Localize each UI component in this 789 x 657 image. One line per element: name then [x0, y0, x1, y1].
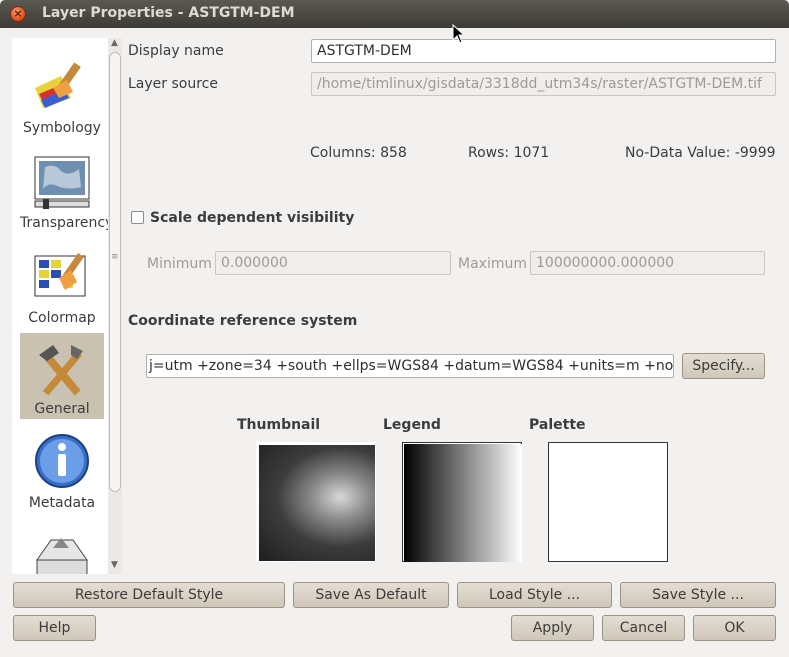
sidebar-item-label: Colormap — [28, 310, 96, 326]
scroll-up-arrow-icon[interactable]: ▲ — [111, 38, 118, 48]
close-window-button[interactable]: × — [10, 6, 26, 22]
sidebar-item-label: Transparency — [20, 215, 108, 231]
thumbnail-label: Thumbnail — [237, 417, 321, 433]
info-icon — [35, 434, 89, 488]
symbology-brush-icon — [35, 62, 81, 108]
crs-heading: Coordinate reference system — [128, 313, 358, 329]
columns-text: Columns: 858 — [310, 145, 407, 161]
maximum-field: 100000000.000000 — [530, 251, 765, 275]
scale-visibility-label: Scale dependent visibility — [150, 210, 355, 226]
sidebar-item-label: Metadata — [28, 495, 96, 511]
title-bar: × Layer Properties - ASTGTM-DEM — [0, 0, 789, 28]
general-tools-icon — [39, 345, 83, 396]
sidebar-item-label: General — [34, 401, 90, 417]
nodata-value-text: No-Data Value: -9999 — [625, 145, 776, 161]
sidebar-item-colormap[interactable]: Colormap — [20, 248, 104, 334]
save-style-button[interactable]: Save Style ... — [620, 582, 776, 608]
sidebar: Symbology Transparency Colormap General … — [12, 38, 108, 574]
pyramids-map-icon — [36, 538, 88, 574]
minimum-label: Minimum — [147, 256, 212, 272]
restore-default-style-button[interactable]: Restore Default Style — [13, 582, 285, 608]
sidebar-item-label: Symbology — [23, 120, 101, 136]
display-name-field[interactable]: ASTGTM-DEM — [311, 39, 776, 63]
window-title: Layer Properties - ASTGTM-DEM — [42, 5, 295, 21]
legend-preview — [402, 442, 522, 562]
transparency-map-icon — [34, 156, 90, 209]
palette-label: Palette — [529, 417, 586, 433]
thumbnail-preview — [256, 442, 376, 562]
scale-visibility-checkbox[interactable] — [131, 211, 144, 224]
sidebar-item-metadata[interactable]: Metadata — [20, 433, 104, 519]
layer-source-field: /home/timlinux/gisdata/3318dd_utm34s/ras… — [311, 72, 776, 96]
legend-label: Legend — [383, 417, 441, 433]
mouse-pointer-icon — [452, 24, 466, 44]
display-name-label: Display name — [128, 43, 224, 59]
sidebar-item-symbology[interactable]: Symbology — [20, 58, 104, 144]
ok-button[interactable]: OK — [693, 615, 776, 641]
sidebar-item-transparency[interactable]: Transparency — [20, 153, 108, 239]
apply-button[interactable]: Apply — [511, 615, 594, 641]
thumbnail-image — [259, 445, 375, 561]
maximum-label: Maximum — [458, 256, 527, 272]
colormap-grid-icon — [34, 252, 86, 297]
scroll-down-arrow-icon[interactable]: ▼ — [111, 560, 118, 570]
save-as-default-button[interactable]: Save As Default — [293, 582, 449, 608]
sidebar-item-pyramids[interactable] — [20, 530, 104, 574]
minimum-field: 0.000000 — [215, 251, 451, 275]
sidebar-scrollbar[interactable]: ▲ ≡ ▼ — [108, 38, 122, 574]
rows-text: Rows: 1071 — [468, 145, 550, 161]
palette-preview — [548, 442, 668, 562]
crs-field[interactable]: j=utm +zone=34 +south +ellps=WGS84 +datu… — [146, 354, 674, 378]
sidebar-item-general[interactable]: General — [20, 333, 104, 419]
load-style-button[interactable]: Load Style ... — [457, 582, 612, 608]
layer-source-label: Layer source — [128, 76, 218, 92]
specify-crs-button[interactable]: Specify... — [682, 353, 765, 379]
help-button[interactable]: Help — [13, 615, 96, 641]
legend-gradient — [404, 444, 522, 562]
scrollbar-thumb[interactable] — [109, 52, 121, 492]
cancel-button[interactable]: Cancel — [602, 615, 685, 641]
scrollbar-grip-icon: ≡ — [111, 252, 119, 262]
